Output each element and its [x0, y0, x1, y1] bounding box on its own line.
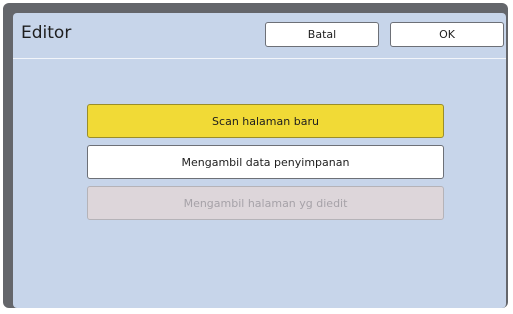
load-saved-data-button[interactable]: Mengambil data penyimpanan: [87, 145, 444, 179]
cancel-button[interactable]: Batal: [265, 22, 379, 47]
dialog-panel: Editor Batal OK Scan halaman baru Mengam…: [13, 13, 506, 308]
dialog-frame: Editor Batal OK Scan halaman baru Mengam…: [3, 3, 508, 308]
scan-new-page-button[interactable]: Scan halaman baru: [87, 104, 444, 138]
dialog-title: Editor: [21, 23, 72, 43]
ok-button[interactable]: OK: [390, 22, 504, 47]
dialog-header: Editor Batal OK: [13, 13, 506, 59]
load-edited-page-button: Mengambil halaman yg diedit: [87, 186, 444, 220]
